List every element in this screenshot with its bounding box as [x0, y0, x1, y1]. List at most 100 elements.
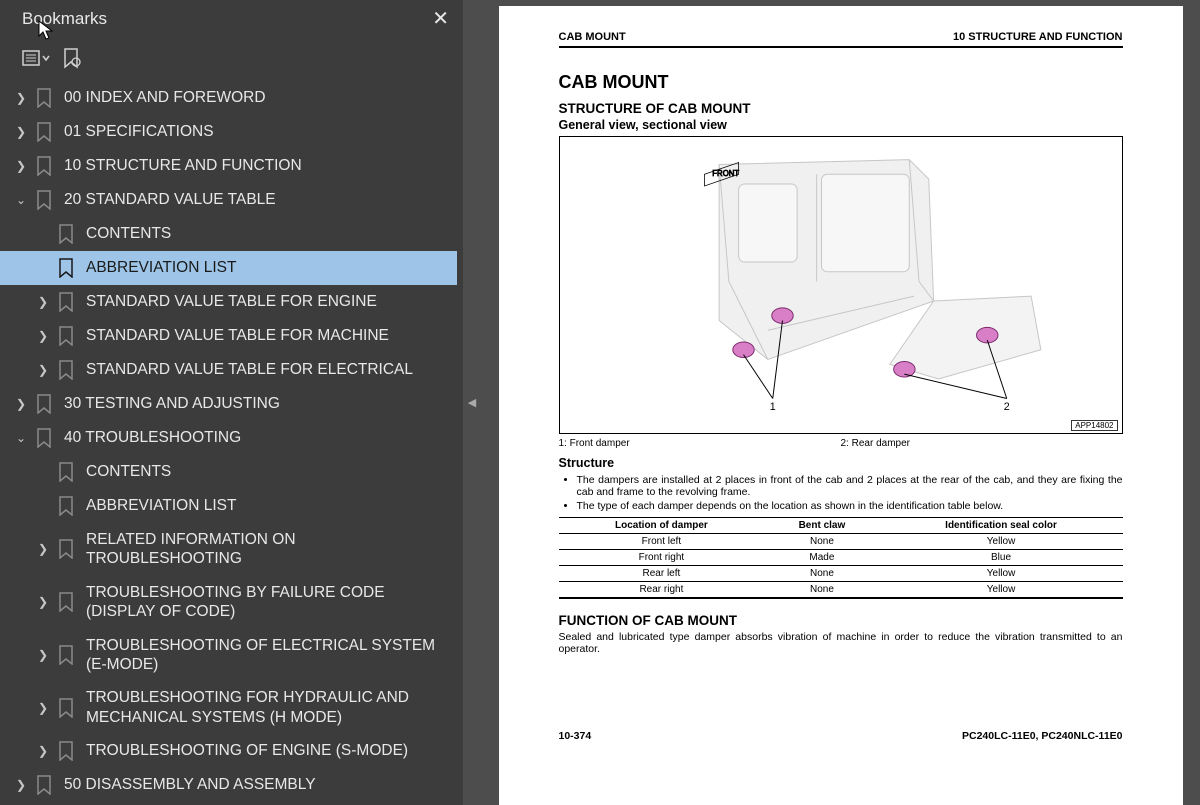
bookmark-icon — [58, 224, 76, 244]
bookmark-item[interactable]: CONTENTS — [0, 455, 457, 489]
caption-1: 1: Front damper — [559, 438, 841, 449]
bookmark-label: ABBREVIATION LIST — [86, 258, 447, 277]
bookmark-icon — [58, 258, 76, 278]
page-h2: STRUCTURE OF CAB MOUNT — [559, 101, 1123, 116]
bookmark-item[interactable]: ABBREVIATION LIST — [0, 489, 457, 523]
chevron-icon[interactable]: ❯ — [14, 397, 28, 411]
bookmark-label: ABBREVIATION LIST — [86, 496, 447, 515]
svg-text:FRONT: FRONT — [712, 169, 739, 178]
page-number: 10-374 — [559, 730, 592, 742]
chevron-icon[interactable]: ❯ — [14, 91, 28, 105]
function-text: Sealed and lubricated type damper absorb… — [559, 631, 1123, 655]
pdf-page: CAB MOUNT 10 STRUCTURE AND FUNCTION CAB … — [499, 6, 1183, 805]
bookmark-label: 50 DISASSEMBLY AND ASSEMBLY — [64, 775, 447, 794]
bookmark-icon — [58, 496, 76, 516]
bookmark-item[interactable]: CONTENTS — [0, 217, 457, 251]
caption-2: 2: Rear damper — [841, 438, 910, 449]
chevron-icon[interactable]: ❯ — [36, 595, 50, 609]
figure-box: FRONT 1 2 APP14802 — [559, 136, 1123, 434]
chevron-icon[interactable]: ❯ — [36, 542, 50, 556]
bookmark-icon — [36, 190, 54, 210]
bookmark-icon — [58, 326, 76, 346]
bookmark-item[interactable]: ❯ 30 TESTING AND ADJUSTING — [0, 387, 457, 421]
bookmark-icon — [58, 741, 76, 761]
bookmark-label: CONTENTS — [86, 224, 447, 243]
chevron-icon[interactable]: ❯ — [14, 778, 28, 792]
bookmark-icon — [58, 645, 76, 665]
bookmark-item[interactable]: ❯ TROUBLESHOOTING OF ENGINE (S-MODE) — [0, 734, 457, 768]
chevron-icon[interactable]: ❯ — [36, 329, 50, 343]
bookmark-item[interactable]: ❯ RELATED INFORMATION ON TROUBLESHOOTING — [0, 523, 457, 576]
chevron-icon[interactable]: ❯ — [14, 125, 28, 139]
svg-text:2: 2 — [1003, 401, 1009, 413]
bookmark-label: 30 TESTING AND ADJUSTING — [64, 394, 447, 413]
bookmark-icon — [36, 156, 54, 176]
bookmark-label: 20 STANDARD VALUE TABLE — [64, 190, 447, 209]
bookmark-label: TROUBLESHOOTING OF ENGINE (S-MODE) — [86, 741, 447, 760]
function-heading: FUNCTION OF CAB MOUNT — [559, 613, 1123, 628]
bookmark-tree[interactable]: ❯ 00 INDEX AND FOREWORD ❯ 01 SPECIFICATIONS… — [0, 81, 463, 805]
structure-bullets: The dampers are installed at 2 places in… — [559, 474, 1123, 512]
bookmark-item[interactable]: ⌄ 40 TROUBLESHOOTING — [0, 421, 457, 455]
collapse-handle[interactable]: ◀ — [463, 0, 481, 805]
bookmark-item[interactable]: ❯ TROUBLESHOOTING BY FAILURE CODE (DISPLA… — [0, 576, 457, 629]
chevron-icon[interactable]: ❯ — [36, 744, 50, 758]
header-right: 10 STRUCTURE AND FUNCTION — [953, 31, 1123, 43]
bookmark-icon — [58, 462, 76, 482]
bookmark-label: STANDARD VALUE TABLE FOR ELECTRICAL — [86, 360, 447, 379]
bookmarks-toolbar — [0, 37, 463, 81]
bookmark-icon — [36, 88, 54, 108]
bookmark-icon — [36, 394, 54, 414]
bookmark-item[interactable]: ❯ STANDARD VALUE TABLE FOR MACHINE — [0, 319, 457, 353]
bookmark-icon — [36, 122, 54, 142]
bookmark-label: 10 STRUCTURE AND FUNCTION — [64, 156, 447, 175]
chevron-icon[interactable]: ❯ — [36, 295, 50, 309]
bookmark-label: STANDARD VALUE TABLE FOR ENGINE — [86, 292, 447, 311]
bookmark-label: TROUBLESHOOTING FOR HYDRAULIC AND MECHAN… — [86, 688, 447, 727]
svg-text:1: 1 — [769, 401, 775, 413]
bookmark-icon — [58, 539, 76, 559]
bookmark-icon — [58, 360, 76, 380]
bookmark-label: RELATED INFORMATION ON TROUBLESHOOTING — [86, 530, 447, 569]
bookmark-item[interactable]: ❯ 01 SPECIFICATIONS — [0, 115, 457, 149]
bookmark-item[interactable]: ❯ 00 INDEX AND FOREWORD — [0, 81, 457, 115]
chevron-icon[interactable]: ❯ — [36, 648, 50, 662]
bookmark-item[interactable]: ⌄ 20 STANDARD VALUE TABLE — [0, 183, 457, 217]
chevron-icon[interactable]: ⌄ — [14, 431, 28, 445]
options-icon[interactable] — [22, 48, 50, 68]
page-h1: CAB MOUNT — [559, 72, 1123, 93]
bookmark-icon — [36, 775, 54, 795]
chevron-icon[interactable]: ❯ — [36, 701, 50, 715]
bookmark-item[interactable]: ❯ STANDARD VALUE TABLE FOR ENGINE — [0, 285, 457, 319]
bookmark-item[interactable]: ABBREVIATION LIST — [0, 251, 457, 285]
header-left: CAB MOUNT — [559, 31, 626, 43]
figure-id: APP14802 — [1071, 420, 1117, 431]
bookmark-label: 01 SPECIFICATIONS — [64, 122, 447, 141]
model-number: PC240LC-11E0, PC240NLC-11E0 — [962, 730, 1123, 742]
bookmark-label: TROUBLESHOOTING OF ELECTRICAL SYSTEM (E-… — [86, 636, 447, 675]
chevron-icon[interactable]: ⌄ — [14, 193, 28, 207]
bookmarks-panel: Bookmarks ✕ ❯ 00 INDEX AND FOREWORD ❯ 01 SP… — [0, 0, 463, 805]
cab-diagram: FRONT 1 2 — [568, 145, 1114, 418]
bookmark-label: CONTENTS — [86, 462, 447, 481]
bookmark-label: TROUBLESHOOTING BY FAILURE CODE (DISPLAY… — [86, 583, 447, 622]
bookmark-icon — [58, 698, 76, 718]
bookmark-icon — [58, 592, 76, 612]
bookmark-item[interactable]: ❯ 50 DISASSEMBLY AND ASSEMBLY — [0, 768, 457, 802]
bookmark-item[interactable]: ❯ TROUBLESHOOTING FOR HYDRAULIC AND MECHA… — [0, 681, 457, 734]
find-bookmark-icon[interactable] — [62, 47, 82, 69]
bookmark-item[interactable]: ❯ TROUBLESHOOTING OF ELECTRICAL SYSTEM (E… — [0, 629, 457, 682]
close-icon[interactable]: ✕ — [432, 6, 449, 31]
bookmark-icon — [36, 428, 54, 448]
bookmark-label: STANDARD VALUE TABLE FOR MACHINE — [86, 326, 447, 345]
document-viewer[interactable]: CAB MOUNT 10 STRUCTURE AND FUNCTION CAB … — [481, 0, 1200, 805]
bookmark-label: 40 TROUBLESHOOTING — [64, 428, 447, 447]
bookmark-item[interactable]: ❯ 10 STRUCTURE AND FUNCTION — [0, 149, 457, 183]
chevron-icon[interactable]: ❯ — [14, 159, 28, 173]
bookmark-item[interactable]: ❯ STANDARD VALUE TABLE FOR ELECTRICAL — [0, 353, 457, 387]
chevron-icon[interactable]: ❯ — [36, 363, 50, 377]
panel-title: Bookmarks — [22, 9, 107, 29]
page-h3: General view, sectional view — [559, 118, 1123, 132]
bookmark-label: 00 INDEX AND FOREWORD — [64, 88, 447, 107]
structure-heading: Structure — [559, 456, 1123, 470]
